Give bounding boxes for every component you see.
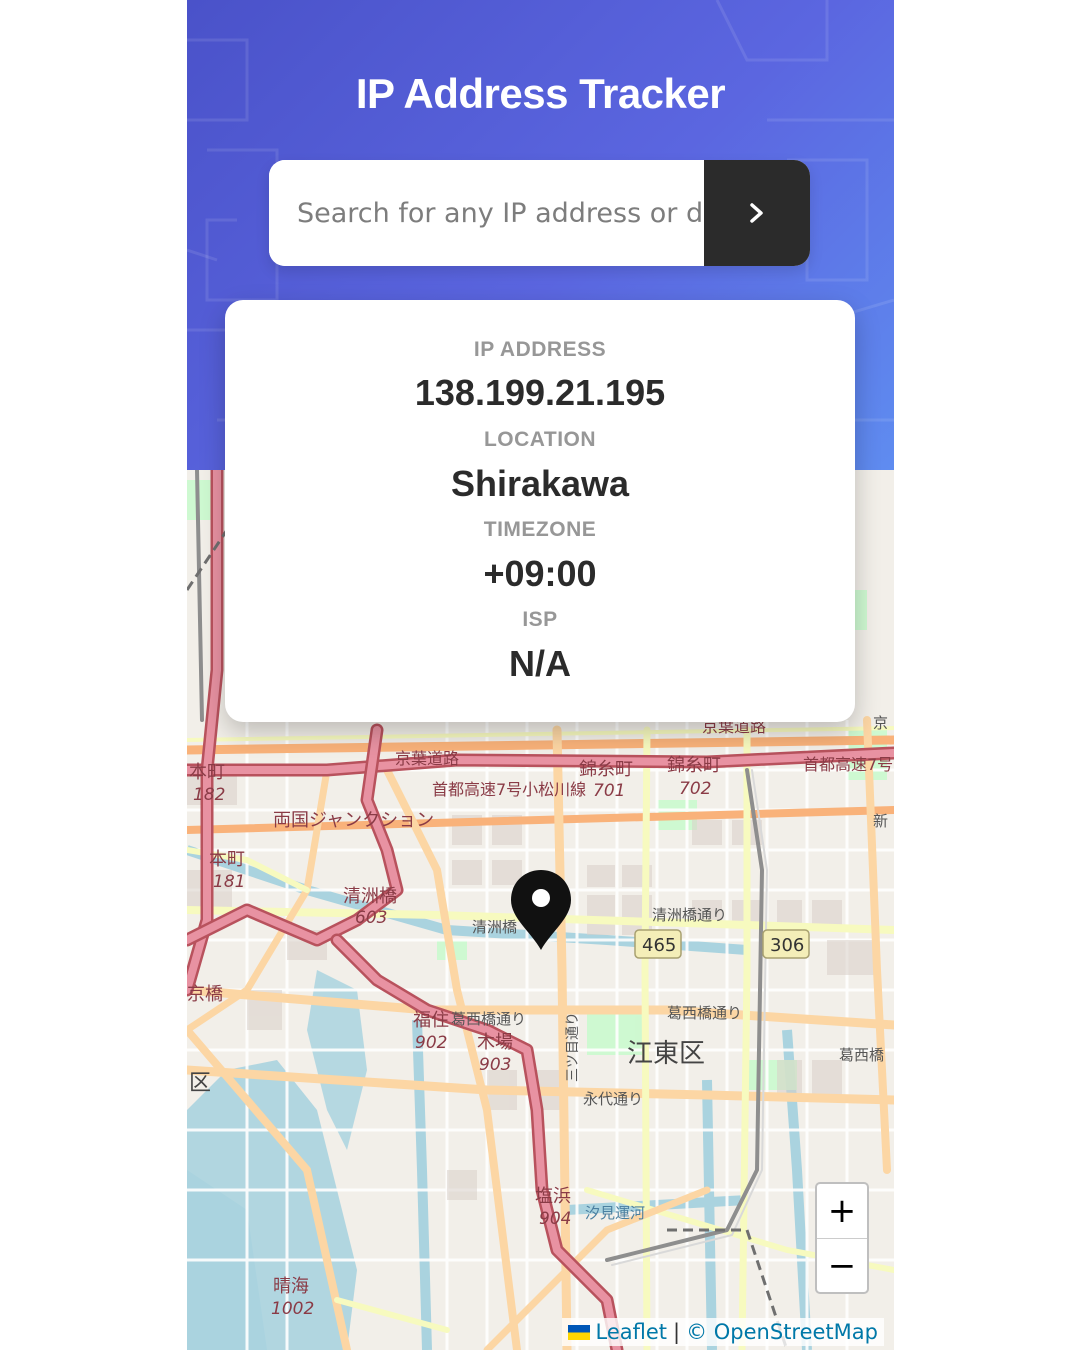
map-label-kiba: 木場 bbox=[477, 1032, 513, 1053]
isp-value: N/A bbox=[509, 643, 571, 684]
map-label-ryogoku-jct: 両国ジャンクション bbox=[273, 810, 434, 831]
ip-info-card: IP ADDRESS 138.199.21.195 LOCATION Shira… bbox=[225, 300, 855, 722]
map-label-route-904: 904 bbox=[539, 1209, 571, 1229]
map-label-kiyosu-2: 清洲橋 bbox=[472, 918, 517, 936]
ip-address-value: 138.199.21.195 bbox=[414, 372, 666, 413]
map-label-kasai-3: 葛西橋 bbox=[839, 1046, 884, 1064]
map-label-kyo: 京 bbox=[873, 714, 888, 732]
map-label-honmachi-1: 本町 bbox=[189, 762, 225, 783]
map-label-route-181: 181 bbox=[213, 872, 245, 892]
attribution-separator: | bbox=[673, 1320, 681, 1344]
map-label-kinshicho-2: 錦糸町 bbox=[667, 755, 721, 776]
map-label-shiohama: 塩浜 bbox=[535, 1186, 571, 1207]
map-label-kyobashi: 京橋 bbox=[187, 984, 223, 1005]
map-label-route-603: 603 bbox=[355, 908, 387, 928]
map-label-harumi: 晴海 bbox=[273, 1276, 309, 1297]
map-label-shin: 新 bbox=[873, 812, 888, 830]
ip-address-label: IP ADDRESS bbox=[473, 338, 607, 361]
ip-search-input[interactable] bbox=[269, 160, 704, 266]
map-label-koto-ward: 江東区 bbox=[627, 1039, 705, 1069]
map-label-shuto7b: 首都高速7号 bbox=[803, 755, 893, 774]
map-label-kasai-dori-1: 葛西橋通り bbox=[451, 1010, 526, 1028]
map-label-honmachi-2: 本町 bbox=[209, 849, 245, 870]
map-label-mitsume-dori: 三ツ目通り bbox=[565, 1012, 581, 1082]
chevron-right-icon bbox=[750, 203, 763, 223]
map-label-kiyosubashi: 清洲橋 bbox=[343, 886, 397, 907]
search-submit-button[interactable] bbox=[704, 160, 810, 266]
app-viewport: IP Address Tracker IP ADDRESS 138.199.21… bbox=[187, 0, 894, 1350]
map-label-route-182: 182 bbox=[193, 785, 225, 805]
map-label-fukuzumi: 福住 bbox=[413, 1010, 449, 1031]
page-title: IP Address Tracker bbox=[355, 70, 726, 117]
map-label-kinshicho-1: 錦糸町 bbox=[579, 759, 633, 780]
map-label-eitai-dori: 永代通り bbox=[583, 1090, 643, 1108]
openstreetmap-link[interactable]: © OpenStreetMap bbox=[686, 1320, 878, 1344]
zoom-in-button[interactable]: + bbox=[817, 1184, 867, 1239]
map-label-shuto7: 首都高速7号小松川線 bbox=[432, 780, 586, 799]
map-label-route-902: 902 bbox=[415, 1033, 447, 1053]
map-label-route-465: 465 bbox=[642, 935, 676, 956]
map-label-route-701: 701 bbox=[593, 781, 625, 801]
map-label-kiyosubashi-dori: 清洲橋通り bbox=[652, 906, 727, 924]
map-zoom-control: + − bbox=[815, 1182, 869, 1294]
zoom-out-button[interactable]: − bbox=[817, 1239, 867, 1293]
map-label-ku: 区 bbox=[189, 1071, 211, 1096]
map-label-keiyo: 京葉道路 bbox=[395, 749, 459, 768]
location-label: LOCATION bbox=[483, 428, 597, 451]
map-attribution: Leaflet | © OpenStreetMap bbox=[561, 1318, 884, 1346]
timezone-value: +09:00 bbox=[483, 553, 597, 594]
location-value: Shirakawa bbox=[450, 463, 630, 504]
timezone-label: TIMEZONE bbox=[483, 518, 597, 541]
map-label-kasai-dori-2: 葛西橋通り bbox=[667, 1004, 742, 1022]
ukraine-flag-icon bbox=[567, 1324, 590, 1340]
ip-search-form bbox=[269, 160, 810, 266]
map-label-route-903: 903 bbox=[479, 1055, 511, 1075]
map-label-shiomi-canal: 汐見運河 bbox=[585, 1204, 645, 1222]
leaflet-link[interactable]: Leaflet bbox=[596, 1320, 668, 1344]
map-label-route-1002: 1002 bbox=[271, 1299, 314, 1319]
isp-label: ISP bbox=[522, 608, 558, 631]
map-label-route-306: 306 bbox=[770, 935, 804, 956]
map-label-route-702: 702 bbox=[679, 779, 711, 799]
